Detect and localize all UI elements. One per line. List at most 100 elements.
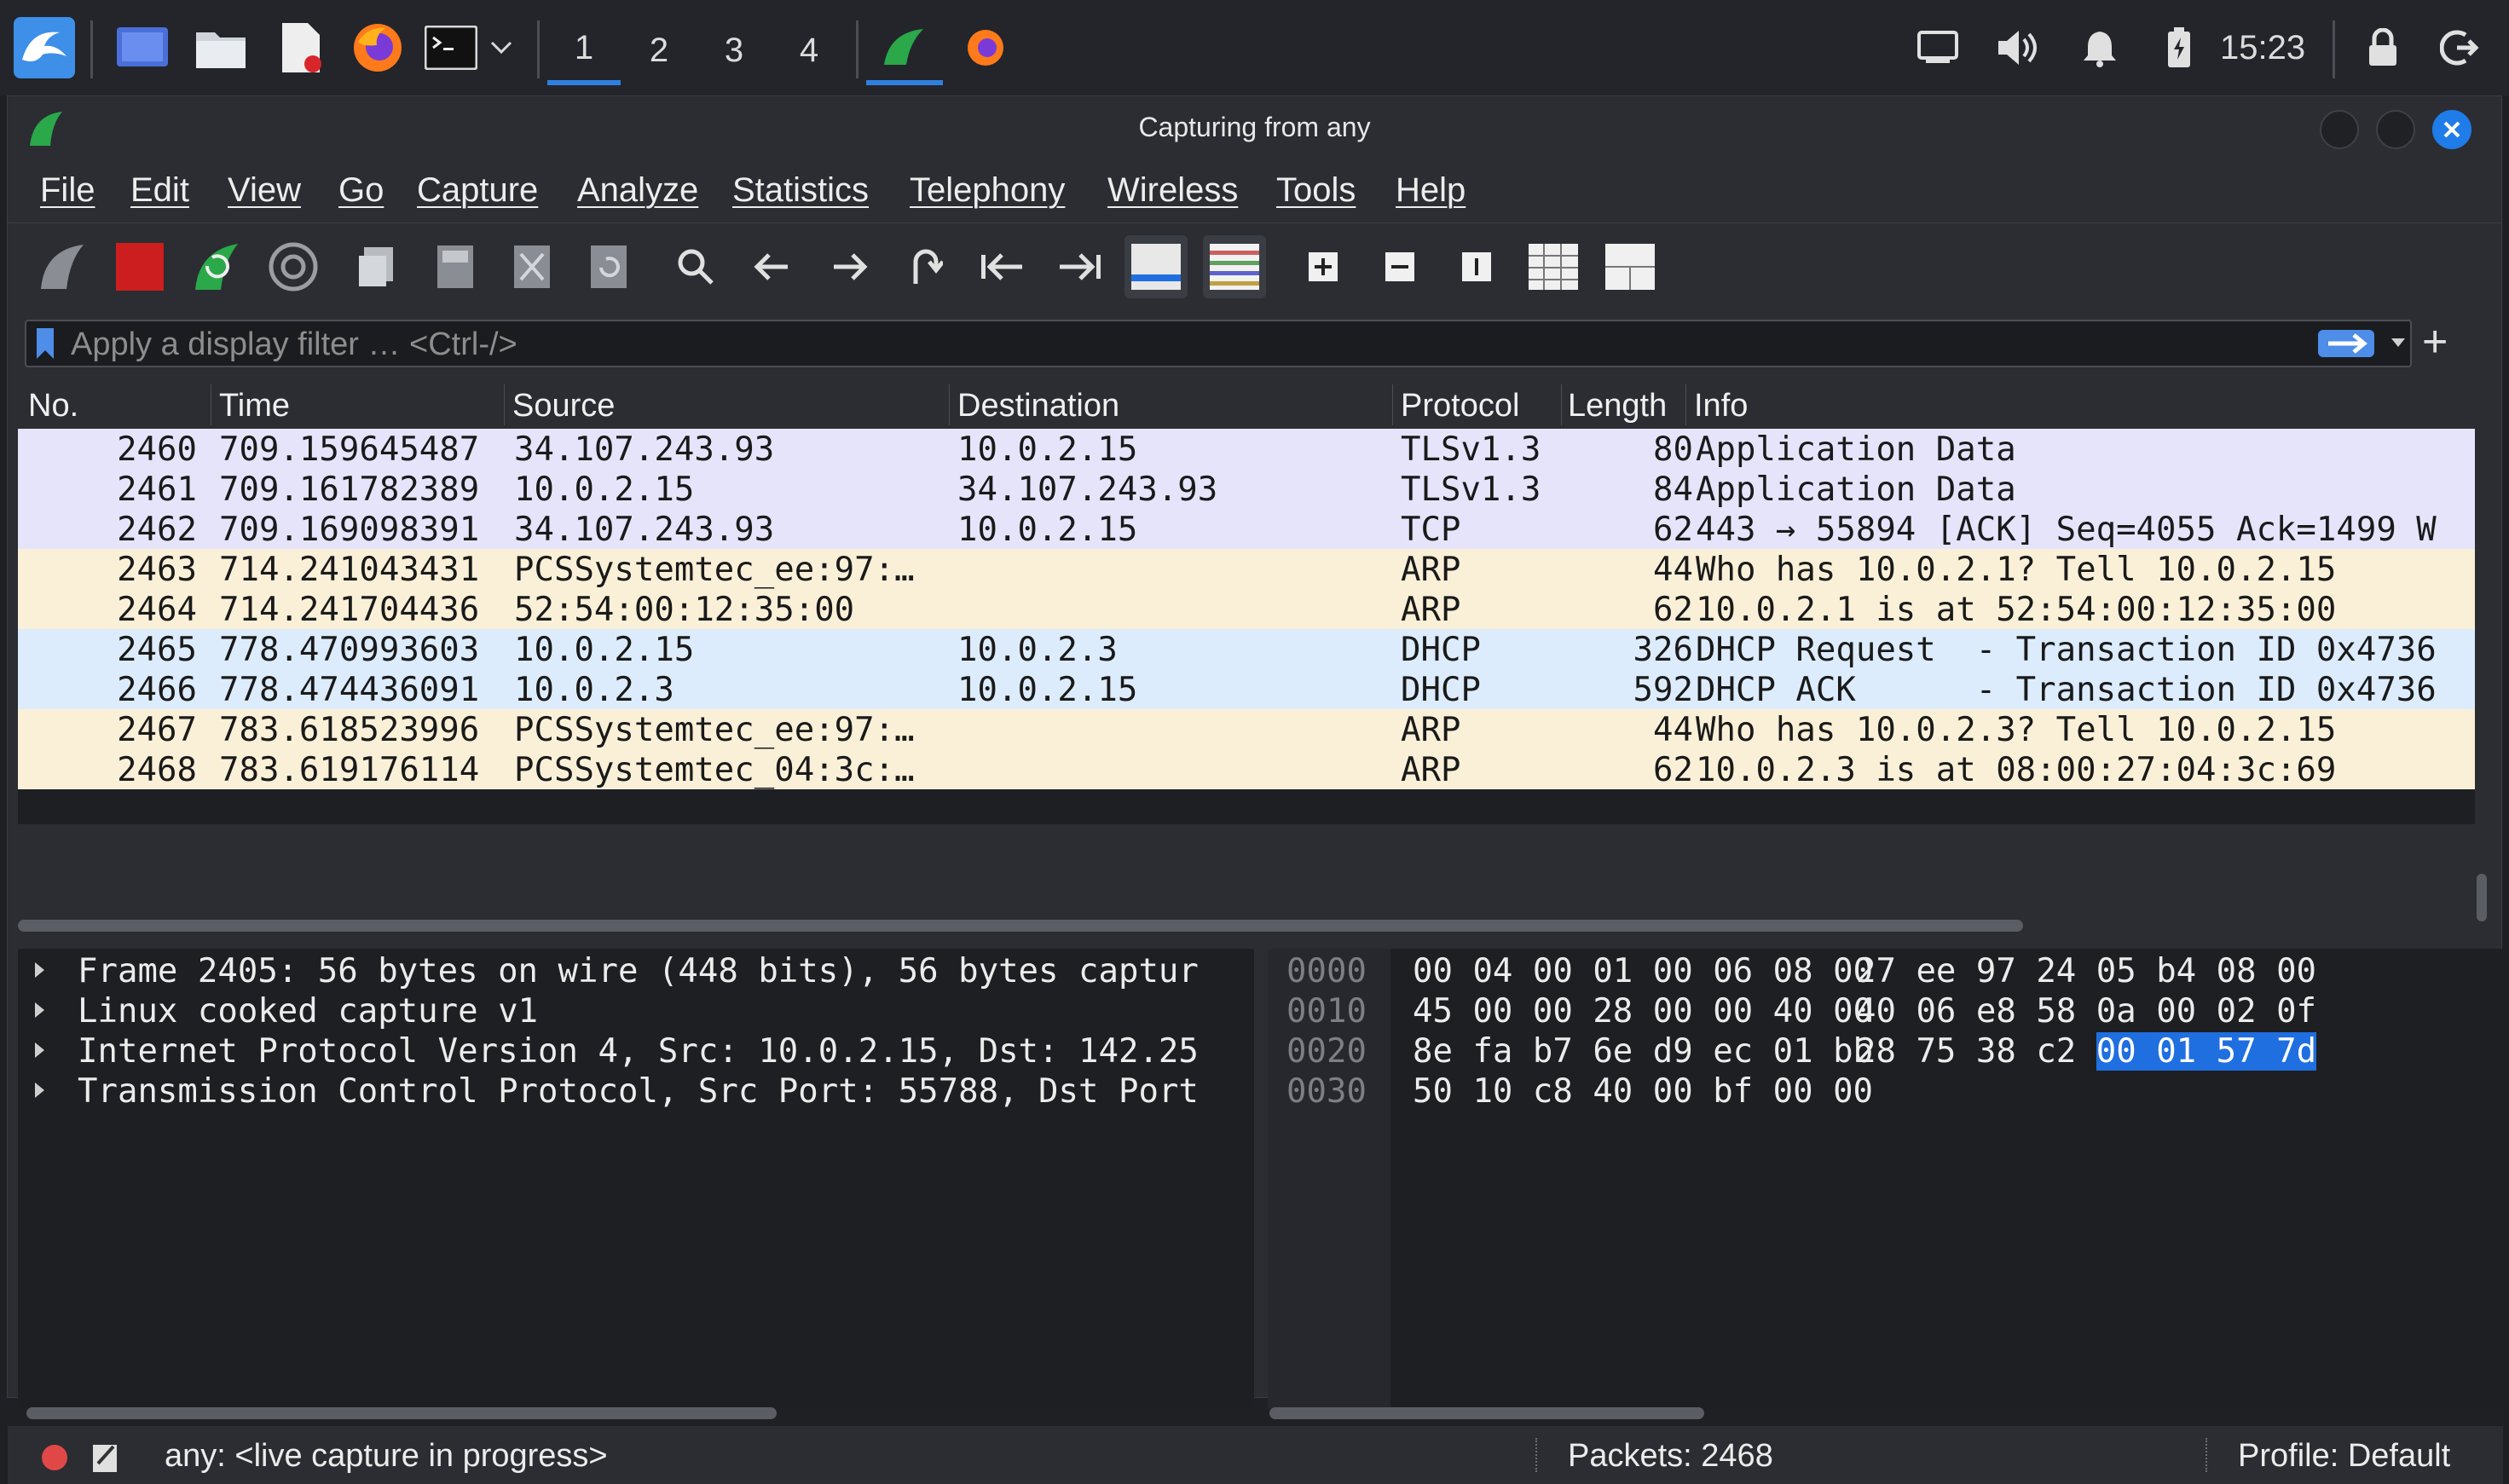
table-row[interactable]: 2465 778.470993603 10.0.2.15 10.0.2.3 DHCP 32… <box>18 629 2475 669</box>
cell-info: 10.0.2.1 is at 52:54:00:12:35:00 <box>1696 591 2337 629</box>
menu-capture[interactable]: Capture <box>417 171 538 210</box>
save-file-icon[interactable] <box>424 235 487 298</box>
title-bar[interactable]: Capturing from any <box>8 96 2501 163</box>
column-info[interactable]: Info <box>1694 388 1748 424</box>
add-filter-button[interactable]: + <box>2422 316 2448 367</box>
cell-time: 783.619176114 <box>219 751 480 789</box>
workspace-1[interactable]: 1 <box>547 15 621 85</box>
text-editor-icon[interactable] <box>268 15 334 80</box>
table-row[interactable]: 2464 714.241704436 52:54:00:12:35:00 ARP 62 1… <box>18 589 2475 629</box>
logout-icon[interactable] <box>2430 15 2489 80</box>
menu-edit[interactable]: Edit <box>130 171 189 210</box>
notification-bell-icon[interactable] <box>2073 15 2126 80</box>
menu-telephony[interactable]: Telephony <box>910 171 1065 210</box>
byte-group-plain[interactable]: 28 75 38 c2 <box>1856 1032 2076 1071</box>
expand-arrow-icon[interactable] <box>35 962 44 978</box>
clock[interactable]: 15:23 <box>2220 29 2305 67</box>
table-row[interactable]: 2468 783.619176114 PCSSystemtec_04:3c:… ARP… <box>18 749 2475 789</box>
terminal-icon[interactable] <box>421 15 481 80</box>
zoom-out-icon[interactable] <box>1368 235 1431 298</box>
taskbar-firefox[interactable] <box>951 15 1020 80</box>
cell-no: 2462 <box>117 511 197 549</box>
first-packet-icon[interactable] <box>971 235 1034 298</box>
start-capture-fin-icon[interactable] <box>32 235 95 298</box>
capture-status-dot-icon[interactable] <box>40 1443 69 1476</box>
menu-view[interactable]: View <box>228 171 301 210</box>
table-row[interactable]: 2463 714.241043431 PCSSystemtec_ee:97:… ARP… <box>18 549 2475 589</box>
normal-size-icon[interactable] <box>1445 235 1508 298</box>
table-row[interactable]: 2461 709.161782389 10.0.2.15 34.107.243.93 T… <box>18 469 2475 509</box>
profile-selector[interactable]: Profile: Default <box>2238 1438 2450 1475</box>
detail-row-tcp[interactable]: Transmission Control Protocol, Src Port:… <box>18 1071 1254 1111</box>
column-length[interactable]: Length <box>1568 388 1667 424</box>
go-to-packet-icon[interactable] <box>894 235 957 298</box>
cell-proto: ARP <box>1401 751 1461 789</box>
auto-scroll-icon[interactable] <box>1124 235 1188 298</box>
column-destination[interactable]: Destination <box>957 388 1119 424</box>
table-row[interactable]: 2462 709.169098391 34.107.243.93 10.0.2.15 T… <box>18 509 2475 549</box>
close-button[interactable] <box>2432 110 2471 149</box>
menu-analyze[interactable]: Analyze <box>577 171 698 210</box>
chevron-down-icon[interactable] <box>484 15 518 80</box>
packet-list-horizontal-scrollbar[interactable] <box>18 920 2023 932</box>
cell-info: 443 → 55894 [ACK] Seq=4055 Ack=1499 W <box>1696 511 2437 549</box>
column-no[interactable]: No. <box>28 388 78 424</box>
menu-tools[interactable]: Tools <box>1276 171 1356 210</box>
zoom-in-icon[interactable] <box>1292 235 1355 298</box>
cell-len: 62 <box>1653 591 1693 629</box>
column-time[interactable]: Time <box>219 388 290 424</box>
table-row[interactable]: 2467 783.618523996 PCSSystemtec_ee:97:… ARP… <box>18 709 2475 749</box>
bookmark-icon[interactable] <box>35 328 55 363</box>
last-packet-icon[interactable] <box>1048 235 1111 298</box>
stop-capture-icon[interactable] <box>108 235 171 298</box>
packet-list-vertical-scrollbar[interactable] <box>2477 874 2487 921</box>
expand-arrow-icon[interactable] <box>35 1083 44 1098</box>
menu-wireless[interactable]: Wireless <box>1107 171 1238 210</box>
menu-help[interactable]: Help <box>1396 171 1466 210</box>
menu-go[interactable]: Go <box>338 171 384 210</box>
workspace-2[interactable]: 2 <box>622 15 696 85</box>
menu-statistics[interactable]: Statistics <box>732 171 869 210</box>
details-horizontal-scrollbar[interactable] <box>26 1407 777 1419</box>
filter-dropdown-chevron-icon[interactable] <box>2390 337 2407 353</box>
battery-icon[interactable] <box>2153 15 2205 80</box>
open-file-icon[interactable] <box>345 235 408 298</box>
close-file-icon[interactable] <box>500 235 564 298</box>
maximize-button[interactable] <box>2376 110 2415 149</box>
menu-file[interactable]: File <box>40 171 95 210</box>
workspace-4[interactable]: 4 <box>772 15 846 85</box>
go-forward-arrow-icon[interactable] <box>818 235 881 298</box>
firefox-icon[interactable] <box>344 15 411 80</box>
table-row[interactable]: 2466 778.474436091 10.0.2.3 10.0.2.15 DHCP 59… <box>18 669 2475 709</box>
layout-panes-icon[interactable] <box>1598 235 1662 298</box>
minimize-button[interactable] <box>2320 110 2359 149</box>
desktop-icon[interactable] <box>109 15 176 80</box>
detail-row-linux-cooked[interactable]: Linux cooked capture v1 <box>18 990 1254 1031</box>
go-back-arrow-icon[interactable] <box>741 235 804 298</box>
workspace-3[interactable]: 3 <box>697 15 771 85</box>
display-icon[interactable] <box>1910 15 1966 80</box>
bytes-horizontal-scrollbar[interactable] <box>1269 1407 1704 1419</box>
find-packet-search-icon[interactable] <box>664 235 727 298</box>
expand-arrow-icon[interactable] <box>35 1042 44 1058</box>
display-filter-input[interactable] <box>69 325 2289 364</box>
lock-icon[interactable] <box>2353 15 2413 80</box>
detail-row-frame[interactable]: Frame 2405: 56 bytes on wire (448 bits),… <box>18 950 1254 990</box>
expand-arrow-icon[interactable] <box>35 1002 44 1018</box>
detail-row-ipv4[interactable]: Internet Protocol Version 4, Src: 10.0.2… <box>18 1031 1254 1071</box>
byte-selection-highlight[interactable]: 00 01 57 7d <box>2096 1032 2317 1071</box>
column-protocol[interactable]: Protocol <box>1401 388 1519 424</box>
colorize-icon[interactable] <box>1203 235 1266 298</box>
capture-options-gear-icon[interactable] <box>262 235 325 298</box>
restart-capture-icon[interactable] <box>185 235 248 298</box>
volume-icon[interactable] <box>1992 15 2046 80</box>
kali-menu-icon[interactable] <box>9 15 80 80</box>
resize-columns-icon[interactable] <box>1522 235 1585 298</box>
table-row[interactable]: 2460 709.159645487 34.107.243.93 10.0.2.15 T… <box>18 429 2475 469</box>
taskbar-wireshark[interactable] <box>866 15 943 85</box>
file-manager-icon[interactable] <box>188 15 254 80</box>
column-source[interactable]: Source <box>512 388 615 424</box>
reload-file-icon[interactable] <box>577 235 640 298</box>
capture-comment-icon[interactable] <box>91 1441 120 1478</box>
apply-filter-arrow-icon[interactable] <box>2318 328 2378 363</box>
